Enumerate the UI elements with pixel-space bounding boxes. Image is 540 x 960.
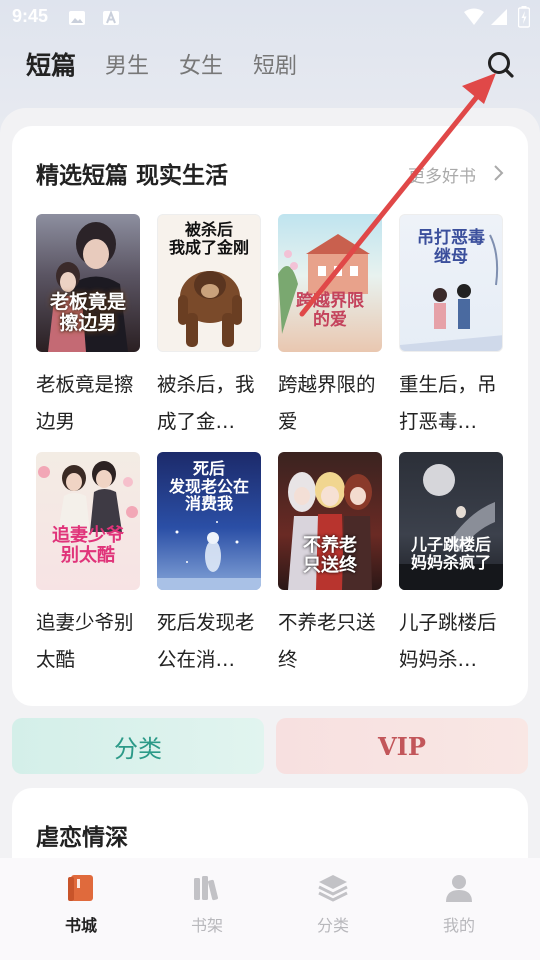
book-cover[interactable]: 死后 发现老公在 消费我 bbox=[157, 452, 261, 590]
book-cover[interactable]: 不养老 只送终 bbox=[278, 452, 382, 590]
status-time: 9:45 bbox=[12, 6, 49, 26]
image-notification-icon bbox=[69, 11, 85, 25]
section-title: 精选短篇 现实生活 bbox=[36, 163, 229, 189]
book-cover[interactable]: 儿子跳楼后 妈妈杀疯了 bbox=[399, 452, 503, 590]
book-item[interactable]: 儿子跳楼后 妈妈杀疯了 儿子跳楼后妈妈杀… bbox=[399, 452, 503, 678]
cover-art bbox=[178, 271, 242, 347]
book-title[interactable]: 跨越界限的爱 bbox=[278, 366, 382, 440]
nav-label: 书架 bbox=[190, 916, 223, 935]
wifi-icon bbox=[464, 8, 484, 25]
nav-profile[interactable]: 我的 bbox=[419, 872, 499, 936]
nav-label: 我的 bbox=[442, 916, 475, 935]
book-title[interactable]: 追妻少爷别太酷 bbox=[36, 604, 140, 678]
book-title[interactable]: 被杀后，我成了金… bbox=[157, 366, 261, 440]
book-item[interactable]: 追妻少爷 别太酷 追妻少爷别太酷 bbox=[36, 452, 140, 678]
cover-title: 儿子跳楼后 妈妈杀疯了 bbox=[410, 535, 491, 572]
vip-button[interactable]: VIP bbox=[276, 718, 528, 774]
bottom-nav: 书城 书架 分类 我的 bbox=[0, 858, 540, 960]
tab-short-drama[interactable]: 短剧 bbox=[253, 48, 297, 80]
nav-label: 分类 bbox=[316, 916, 349, 935]
cover-title: 死后 发现老公在 消费我 bbox=[168, 459, 249, 514]
category-button-label: 分类 bbox=[114, 734, 162, 763]
vip-button-label: VIP bbox=[378, 731, 426, 761]
layers-icon bbox=[318, 875, 348, 902]
book-title[interactable]: 死后发现老公在消… bbox=[157, 604, 261, 678]
book-item[interactable]: 跨越界限 的爱 跨越界限的爱 bbox=[278, 214, 382, 440]
chevron-right-icon[interactable] bbox=[492, 164, 504, 182]
book-item[interactable]: 不养老 只送终 不养老只送终 bbox=[278, 452, 382, 678]
person-icon bbox=[446, 875, 472, 902]
nav-bookshelf[interactable]: 书架 bbox=[167, 872, 247, 936]
signal-icon bbox=[491, 9, 507, 25]
section-title: 虐恋情深 bbox=[36, 825, 128, 851]
book-title[interactable]: 儿子跳楼后妈妈杀… bbox=[399, 604, 503, 678]
cover-title: 老板竟是 擦边男 bbox=[49, 291, 126, 334]
tab-male[interactable]: 男生 bbox=[105, 48, 149, 80]
book-title[interactable]: 重生后，吊打恶毒… bbox=[399, 366, 503, 440]
book-item[interactable]: 老板竟是 擦边男 老板竟是擦边男 bbox=[36, 214, 140, 440]
cover-art bbox=[278, 234, 370, 334]
featured-section-card: 精选短篇 现实生活 更多好书 老板竟是 擦边男 老板竟是擦边男 被杀后 我成了金刚 bbox=[12, 126, 528, 706]
cover-title: 跨越界限 的爱 bbox=[296, 291, 364, 330]
nav-bookstore[interactable]: 书城 bbox=[41, 872, 121, 936]
nav-category[interactable]: 分类 bbox=[293, 872, 373, 936]
category-button[interactable]: 分类 bbox=[12, 718, 264, 774]
cover-art bbox=[38, 461, 138, 532]
cover-title: 追妻少爷 别太酷 bbox=[52, 525, 124, 566]
book-cover[interactable]: 追妻少爷 别太酷 bbox=[36, 452, 140, 590]
book-cover[interactable]: 老板竟是 擦边男 bbox=[36, 214, 140, 352]
book-title[interactable]: 不养老只送终 bbox=[278, 604, 382, 678]
battery-icon bbox=[518, 6, 530, 28]
book-icon bbox=[68, 875, 93, 901]
nav-label: 书城 bbox=[64, 916, 97, 935]
cover-art bbox=[400, 234, 502, 351]
book-item[interactable]: 吊打恶毒 继母 重生后，吊打恶毒… bbox=[399, 214, 503, 440]
book-item[interactable]: 死后 发现老公在 消费我 死后发现老公在消… bbox=[157, 452, 261, 678]
book-cover[interactable]: 被杀后 我成了金刚 bbox=[157, 214, 261, 352]
top-tab-bar: 短篇 男生 女生 短剧 bbox=[0, 40, 540, 88]
status-bar: 9:45 bbox=[0, 0, 540, 36]
book-cover[interactable]: 跨越界限 的爱 bbox=[278, 214, 382, 352]
cover-title: 不养老 只送终 bbox=[303, 535, 357, 576]
book-cover[interactable]: 吊打恶毒 继母 bbox=[399, 214, 503, 352]
more-books-link[interactable]: 更多好书 bbox=[408, 162, 476, 187]
book-title[interactable]: 老板竟是擦边男 bbox=[36, 366, 140, 440]
search-icon[interactable] bbox=[484, 48, 518, 82]
book-item[interactable]: 被杀后 我成了金刚 被杀后，我成了金… bbox=[157, 214, 261, 440]
text-notification-icon bbox=[103, 10, 119, 25]
tab-short-stories[interactable]: 短篇 bbox=[26, 46, 76, 82]
bookshelf-icon bbox=[194, 876, 219, 901]
tab-female[interactable]: 女生 bbox=[179, 48, 223, 80]
